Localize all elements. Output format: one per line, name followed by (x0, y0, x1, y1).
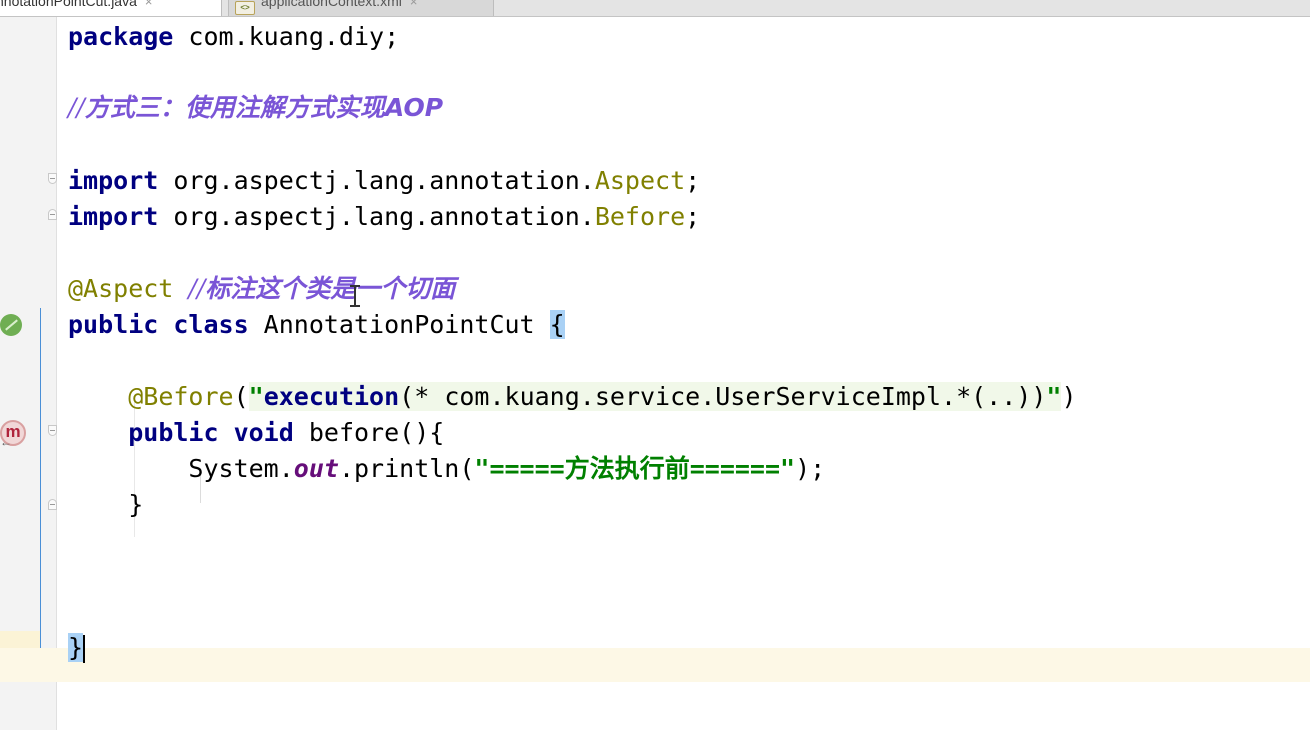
comment-text: 标注这个类是一个切面 (205, 274, 456, 303)
code-line-9: public class AnnotationPointCut { (68, 308, 565, 342)
method-signature: before(){ (293, 418, 445, 447)
code-line-12: public void before(){ (68, 416, 444, 450)
execution-keyword: execution (263, 382, 400, 411)
close-icon[interactable]: × (410, 0, 418, 9)
code-line-6: import org.aspectj.lang.annotation.Befor… (68, 200, 700, 234)
comment-prefix: // (68, 93, 85, 122)
override-arrow-icon: ← (0, 435, 12, 449)
code-line-13: System.out.println("=====方法执行前======"); (188, 454, 826, 483)
matched-brace: } (68, 633, 84, 662)
code-line-14: } (68, 488, 143, 522)
keyword: import (68, 202, 159, 231)
keyword: public (68, 310, 159, 339)
code-editor[interactable]: package com.kuang.diy; //方式三：使用注解方式实现AOP… (0, 17, 1310, 730)
tab-label: applicationContext.xml (261, 0, 402, 9)
annotation: @Aspect (68, 274, 174, 303)
class-name: AnnotationPointCut (248, 310, 550, 339)
code-line-8: @Aspect //标注这个类是一个切面 (68, 272, 455, 306)
editor-tab-bar: nnotationPointCut.java × <> applicationC… (0, 0, 1310, 17)
pointcut-expression: "execution(* com.kuang.service.UserServi… (248, 382, 1062, 411)
fold-close-icon[interactable] (48, 499, 57, 510)
spring-bean-icon[interactable] (0, 314, 22, 336)
code-line-11: @Before("execution(* com.kuang.service.U… (128, 382, 1077, 411)
keyword: class (158, 310, 249, 339)
keyword: void (218, 418, 294, 447)
current-line-highlight (0, 648, 1310, 682)
closing-brace: } (128, 490, 144, 519)
editor-gutter (0, 17, 57, 730)
keyword: import (68, 166, 159, 195)
pointcut-pattern: (* com.kuang.service.UserServiceImpl.*(.… (399, 382, 1047, 411)
tab-label: nnotationPointCut.java (0, 0, 137, 9)
annotation: @Before (128, 382, 234, 411)
code-line-1: package com.kuang.diy; (68, 20, 399, 54)
tab-application-context[interactable]: <> applicationContext.xml × (228, 0, 494, 16)
method-call: .println( (338, 454, 475, 483)
text-caret (83, 635, 86, 663)
import-class: Aspect (594, 166, 686, 195)
import-package: org.aspectj.lang.annotation. (158, 202, 595, 231)
tab-annotation-point-cut[interactable]: nnotationPointCut.java × (0, 0, 222, 16)
ibeam-cursor-icon (350, 285, 360, 307)
fold-close-icon[interactable] (48, 209, 57, 220)
code-line-18: } (68, 631, 86, 665)
matched-brace: { (549, 310, 565, 339)
system-class: System. (188, 454, 294, 483)
import-package: org.aspectj.lang.annotation. (158, 166, 595, 195)
keyword: public (128, 418, 219, 447)
package-name: com.kuang.diy; (173, 22, 400, 51)
code-line-3: //方式三：使用注解方式实现AOP (68, 91, 443, 125)
keyword: package (68, 22, 174, 51)
close-icon[interactable]: × (145, 0, 153, 9)
scope-indicator (40, 308, 41, 666)
semicolon: ; (685, 166, 701, 195)
comment-text: 方式三：使用注解方式实现AOP (84, 93, 444, 122)
import-class: Before (594, 202, 686, 231)
code-line-5: import org.aspectj.lang.annotation.Aspec… (68, 164, 700, 198)
static-field: out (293, 454, 339, 483)
semicolon: ; (685, 202, 701, 231)
fold-open-icon[interactable] (48, 425, 57, 436)
string-literal: "=====方法执行前======" (474, 454, 796, 483)
fold-open-icon[interactable] (48, 173, 57, 184)
xml-file-icon: <> (235, 1, 255, 15)
comment-prefix: // (188, 274, 206, 303)
